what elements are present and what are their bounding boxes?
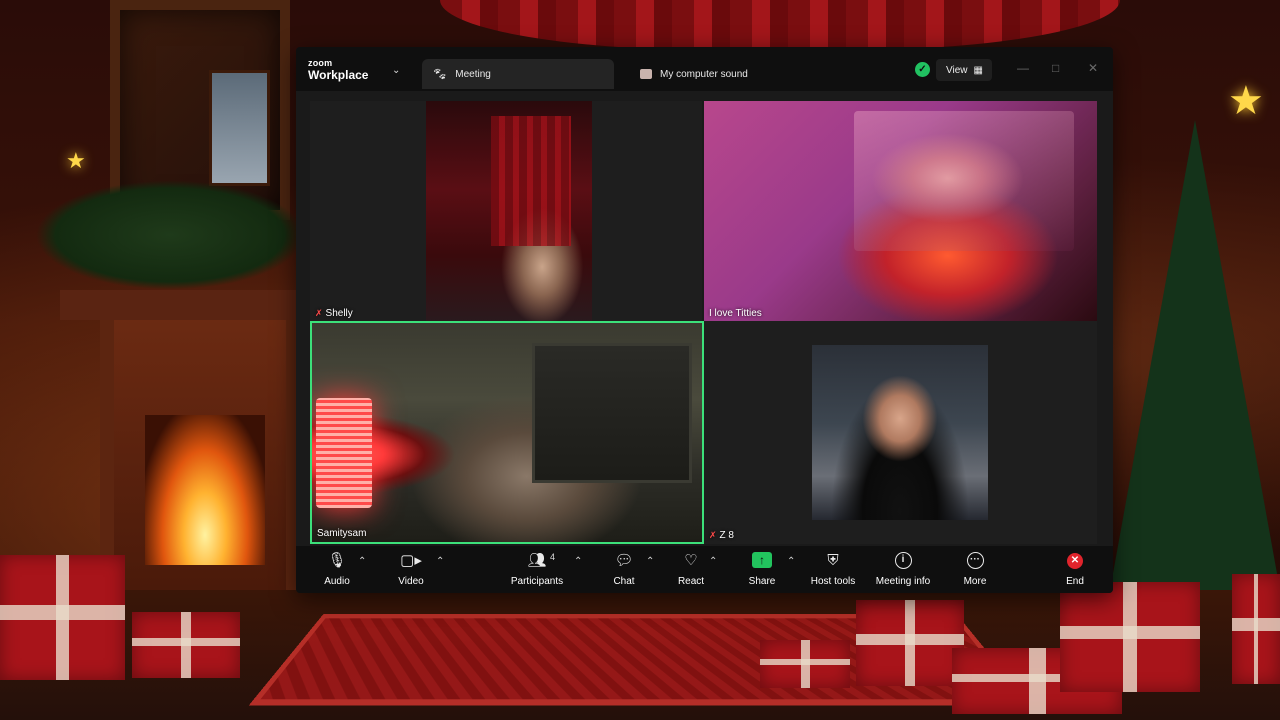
chevron-down-icon[interactable]: ⌄ [392, 65, 400, 76]
grid-icon: ▦ [973, 64, 984, 76]
title-bar: zoom Workplace ⌄ 🐾︎ Meeting My computer … [296, 47, 1113, 91]
participant-label: I love Titties [709, 308, 762, 319]
participant-label: ✗ Shelly [315, 308, 353, 319]
video-tile-z8[interactable]: ✗ Z 8 [704, 321, 1097, 544]
tree-star-icon: ★ [1228, 79, 1264, 123]
participant-name: Shelly [325, 308, 353, 319]
share-button[interactable]: ↑ Share [748, 552, 776, 588]
video-feed [532, 343, 692, 483]
meeting-info-label: Meeting info [875, 576, 931, 587]
gift-box [1232, 574, 1280, 684]
host-tools-button[interactable]: ⛨ Host tools [810, 552, 856, 588]
end-meeting-button[interactable]: ✕ End [1064, 552, 1086, 588]
participants-icon: 👥︎ [527, 552, 547, 569]
audio-button[interactable]: 🎙︎ Audio [324, 552, 350, 588]
audio-label: Audio [324, 576, 350, 587]
chat-options-caret-icon[interactable]: ⌃ [646, 556, 654, 567]
video-tile-samitysam[interactable]: Samitysam [310, 321, 704, 544]
paw-icon: 🐾︎ [432, 67, 448, 81]
participant-count: 4 [550, 552, 556, 562]
gift-box [0, 555, 125, 680]
tab-computer-sound-label: My computer sound [660, 68, 748, 80]
end-label: End [1066, 576, 1084, 587]
gift-box [760, 640, 850, 688]
react-options-caret-icon[interactable]: ⌃ [709, 556, 717, 567]
star-ornament-icon: ★ [66, 148, 86, 173]
participant-label: ✗ Z 8 [709, 530, 734, 541]
audio-options-caret-icon[interactable]: ⌃ [358, 556, 366, 567]
view-label: View [946, 64, 968, 76]
gift-box [1060, 582, 1200, 692]
brand-small: zoom [308, 58, 333, 68]
participant-name: Samitysam [317, 528, 367, 539]
zoom-workplace-logo[interactable]: zoom Workplace [308, 58, 369, 82]
brand-large: Workplace [308, 68, 369, 82]
share-options-caret-icon[interactable]: ⌃ [787, 556, 795, 567]
mantel [60, 290, 300, 320]
participant-name: I love Titties [709, 308, 762, 319]
tab-meeting[interactable]: 🐾︎ Meeting [422, 59, 614, 89]
tab-computer-sound[interactable]: My computer sound [630, 59, 830, 89]
video-grid: ✗ Shelly I love Titties Samitysam ✗ Z 8 [296, 91, 1113, 546]
meeting-info-button[interactable]: i Meeting info [874, 552, 932, 588]
shield-check-icon[interactable]: ✓ [915, 62, 930, 77]
more-dots-icon: ··· [966, 552, 984, 569]
meeting-toolbar: 🎙︎ Audio ⌃ ▢▸ Video ⌃ 👥︎ Participants 4 … [296, 546, 1113, 593]
participants-label: Participants [510, 576, 564, 587]
computer-sound-icon [640, 69, 652, 79]
react-label: React [677, 576, 705, 587]
heart-icon: ♡ [684, 552, 698, 569]
zoom-meeting-window: zoom Workplace ⌄ 🐾︎ Meeting My computer … [296, 47, 1113, 593]
video-button[interactable]: ▢▸ Video [398, 552, 424, 588]
more-button[interactable]: ··· More [960, 552, 990, 588]
react-button[interactable]: ♡ React [678, 552, 704, 588]
share-label: Share [748, 576, 776, 587]
participants-button[interactable]: 👥︎ Participants [510, 552, 564, 588]
tab-meeting-label: Meeting [455, 68, 491, 80]
microphone-icon: 🎙︎ [327, 552, 347, 569]
gift-box [856, 600, 964, 686]
chat-icon: 💬︎ [614, 552, 634, 569]
video-tile-i-love-titties[interactable]: I love Titties [704, 101, 1097, 322]
video-feed [812, 345, 988, 520]
end-call-icon: ✕ [1067, 553, 1083, 569]
info-icon: i [894, 552, 912, 569]
gift-box [132, 612, 240, 678]
fire [145, 415, 265, 565]
participant-name: Z 8 [719, 530, 734, 541]
share-screen-icon: ↑ [752, 552, 772, 568]
video-tile-shelly[interactable]: ✗ Shelly [310, 101, 702, 322]
host-tools-label: Host tools [810, 576, 856, 587]
mic-muted-icon: ✗ [315, 308, 323, 318]
participants-options-caret-icon[interactable]: ⌃ [574, 556, 582, 567]
close-icon[interactable]: ✕ [1088, 61, 1098, 75]
more-label: More [963, 576, 987, 587]
chat-button[interactable]: 💬︎ Chat [612, 552, 636, 588]
video-feed [316, 398, 372, 508]
camera-icon: ▢▸ [400, 552, 422, 569]
mic-muted-icon: ✗ [709, 530, 717, 540]
host-shield-icon: ⛨ [827, 552, 839, 569]
chat-label: Chat [613, 576, 635, 587]
video-feed [426, 101, 592, 322]
video-label: Video [398, 576, 424, 587]
video-options-caret-icon[interactable]: ⌃ [436, 556, 444, 567]
maximize-icon[interactable]: □ [1052, 61, 1059, 75]
minimize-icon[interactable]: — [1017, 61, 1029, 75]
view-button[interactable]: View ▦ [936, 59, 992, 81]
garland [35, 180, 305, 290]
participant-label: Samitysam [317, 528, 366, 539]
